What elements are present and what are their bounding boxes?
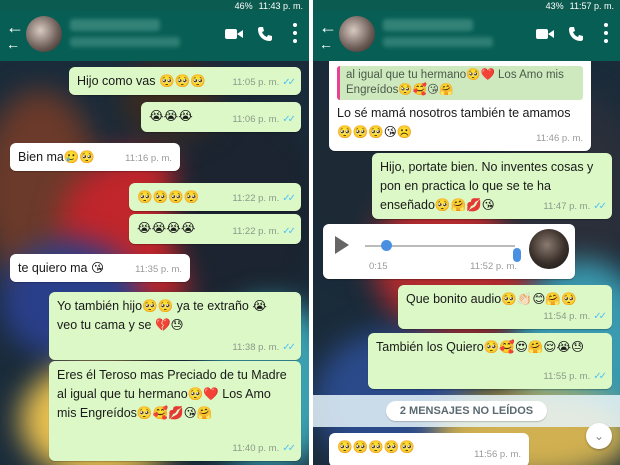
message-time: 11:55 p. m.	[543, 371, 591, 382]
message-time: 11:54 p. m.	[543, 311, 591, 322]
read-ticks-icon: ✓✓	[282, 342, 296, 353]
message-bubble[interactable]: Bien ma🥲🥺 11:16 p. m.	[10, 143, 180, 171]
chat-header: ← ←	[313, 11, 620, 61]
contact-status-blurred	[383, 37, 493, 47]
message-time: 11:22 p. m.	[232, 226, 280, 237]
unread-messages-label: 2 MENSAJES NO LEÍDOS	[385, 401, 548, 421]
play-icon[interactable]	[335, 236, 349, 254]
phone-call-icon[interactable]	[257, 26, 273, 42]
phone-call-icon[interactable]	[568, 26, 584, 42]
back-arrow-icon[interactable]: ←	[319, 17, 339, 37]
back-arrow-icon[interactable]: ←	[6, 37, 20, 51]
status-bar: 46% 11:43 p. m.	[0, 0, 309, 11]
back-arrow-icon[interactable]: ←	[319, 37, 333, 51]
battery-level: 46%	[234, 0, 253, 11]
more-options-icon[interactable]	[604, 23, 608, 45]
contact-status-blurred	[70, 37, 180, 47]
read-ticks-icon: ✓✓	[282, 226, 296, 237]
chat-header: ← ←	[0, 11, 309, 61]
message-time: 11:47 p. m.	[543, 201, 591, 212]
chat-screen-right: 43% 11:57 p. m. ← ← al igual que tu herm…	[313, 0, 620, 465]
message-bubble[interactable]: Que bonito audio🥺👏🏻😊🤗🥺 11:54 p. m. ✓✓	[398, 285, 612, 329]
read-ticks-icon: ✓✓	[282, 443, 296, 454]
message-text: También los Quiero🥺🥰😍🤗😌😭😓	[376, 340, 585, 354]
message-time: 11:22 p. m.	[232, 193, 280, 204]
message-bubble[interactable]: Hijo, portate bien. No inventes cosas y …	[372, 153, 612, 219]
message-bubble[interactable]: 🥺🥺🥺🥺 11:22 p. m. ✓✓	[129, 183, 301, 211]
more-options-icon[interactable]	[293, 23, 297, 45]
message-bubble[interactable]: Eres él Teroso mas Preciado de tu Madre …	[49, 361, 301, 461]
message-time: 11:05 p. m.	[232, 77, 280, 88]
message-bubble[interactable]: Hijo como vas 🥺🥺🥺 11:05 p. m. ✓✓	[69, 67, 301, 95]
read-ticks-icon: ✓✓	[282, 193, 296, 204]
message-text: Eres él Teroso mas Preciado de tu Madre …	[57, 368, 287, 420]
read-ticks-icon: ✓✓	[593, 201, 607, 212]
message-time: 11:06 p. m.	[232, 114, 280, 125]
message-bubble[interactable]: También los Quiero🥺🥰😍🤗😌😭😓 11:55 p. m. ✓✓	[368, 333, 612, 389]
clock: 11:57 p. m.	[569, 0, 614, 11]
message-time: 11:35 p. m.	[135, 264, 182, 275]
chat-screen-left: 46% 11:43 p. m. ← ← Hijo como vas 🥺🥺🥺 11…	[0, 0, 309, 465]
voice-message-bubble[interactable]: 0:15 11:52 p. m.	[323, 224, 575, 279]
read-ticks-icon: ✓✓	[282, 77, 296, 88]
contact-name-blurred[interactable]	[70, 19, 160, 31]
message-text: Yo también hijo🥺🥺 ya te extraño 😭 veo tu…	[57, 299, 267, 332]
read-ticks-icon: ✓✓	[593, 311, 607, 322]
sender-avatar	[529, 229, 569, 269]
message-time: 11:16 p. m.	[125, 153, 172, 164]
clock: 11:43 p. m.	[258, 0, 303, 11]
message-list[interactable]: al igual que tu hermano🥺❤️ Los Amo mis E…	[313, 61, 620, 465]
message-time: 11:52 p. m.	[470, 261, 517, 272]
message-bubble[interactable]: Yo también hijo🥺🥺 ya te extraño 😭 veo tu…	[49, 292, 301, 360]
message-time: 11:38 p. m.	[232, 342, 280, 353]
message-list[interactable]: Hijo como vas 🥺🥺🥺 11:05 p. m. ✓✓ 😭😭😭 11:0…	[0, 61, 309, 465]
message-bubble[interactable]: 🥺🥺🥺🥺🥺 11:56 p. m.	[329, 433, 529, 465]
message-bubble[interactable]: te quiero ma 😘 11:35 p. m.	[10, 254, 190, 282]
read-ticks-icon: ✓✓	[593, 371, 607, 382]
scroll-down-icon[interactable]: ⌄	[586, 423, 612, 449]
read-ticks-icon: ✓✓	[282, 114, 296, 125]
battery-level: 43%	[545, 0, 564, 11]
message-time: 11:40 p. m.	[232, 443, 280, 454]
contact-avatar[interactable]	[339, 16, 375, 52]
back-arrow-icon[interactable]: ←	[6, 17, 26, 37]
message-bubble[interactable]: 😭😭😭😭 11:22 p. m. ✓✓	[129, 214, 301, 244]
message-time: 11:46 p. m.	[536, 133, 583, 144]
unread-messages-divider: 2 MENSAJES NO LEÍDOS	[313, 395, 620, 427]
audio-progress-handle[interactable]	[381, 240, 392, 251]
message-time: 11:56 p. m.	[474, 449, 521, 460]
audio-duration: 0:15	[369, 261, 388, 272]
contact-avatar[interactable]	[26, 16, 62, 52]
status-bar: 43% 11:57 p. m.	[313, 0, 620, 11]
video-call-icon[interactable]	[536, 28, 554, 40]
contact-name-blurred[interactable]	[383, 19, 473, 31]
reply-message-bubble[interactable]: al igual que tu hermano🥺❤️ Los Amo mis E…	[329, 61, 591, 151]
quoted-message[interactable]: al igual que tu hermano🥺❤️ Los Amo mis E…	[337, 66, 583, 100]
video-call-icon[interactable]	[225, 28, 243, 40]
message-bubble[interactable]: 😭😭😭 11:06 p. m. ✓✓	[141, 102, 301, 132]
